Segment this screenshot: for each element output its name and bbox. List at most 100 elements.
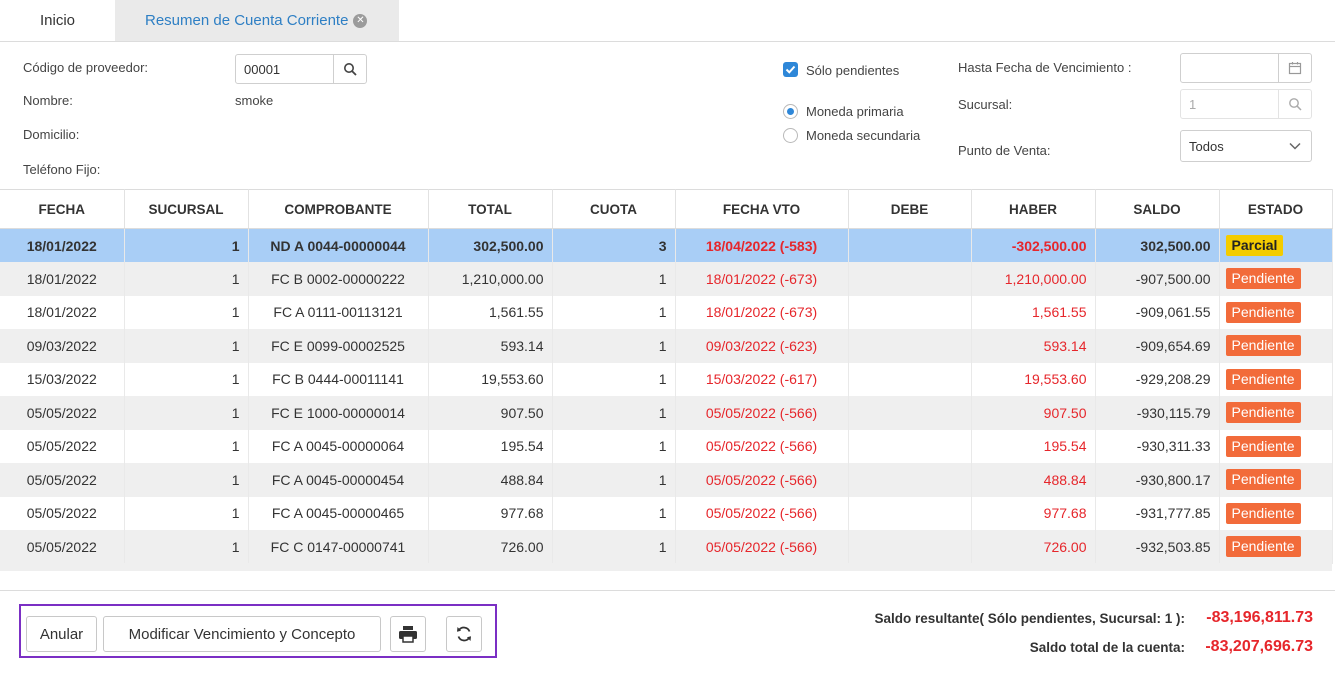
cell-estado: Pendiente xyxy=(1219,530,1333,564)
table-body: 18/01/2022 1 ND A 0044-00000044 302,500.00 3… xyxy=(0,228,1333,564)
cell-estado: Pendiente xyxy=(1219,295,1333,329)
cell-debe xyxy=(848,262,972,296)
table-row-partial xyxy=(0,563,1332,571)
cell-saldo: -907,500.00 xyxy=(1095,262,1220,296)
cell-comprobante: FC A 0045-00000064 xyxy=(248,429,429,463)
cell-saldo: -932,503.85 xyxy=(1095,530,1220,564)
table-row[interactable]: 05/05/2022 1 FC A 0045-00000064 195.54 1 05/0… xyxy=(0,429,1333,463)
cell-saldo: -909,654.69 xyxy=(1095,329,1220,363)
status-badge: Pendiente xyxy=(1225,268,1301,290)
moneda-secundaria-radio[interactable] xyxy=(783,128,798,143)
solo-pendientes-checkbox[interactable] xyxy=(783,62,798,77)
status-badge: Pendiente xyxy=(1225,368,1301,390)
sucursal-field[interactable]: 1 xyxy=(1180,89,1312,119)
cell-cuota: 1 xyxy=(552,262,676,296)
column-header[interactable]: DEBE xyxy=(848,189,972,229)
column-header[interactable]: SALDO xyxy=(1095,189,1220,229)
cell-total: 302,500.00 xyxy=(428,228,553,262)
cell-sucursal: 1 xyxy=(124,329,249,363)
sucursal-value[interactable]: 1 xyxy=(1181,97,1278,112)
moneda-primaria-radio[interactable] xyxy=(783,104,798,119)
saldo-total-value: -83,207,696.73 xyxy=(1205,638,1313,655)
cell-debe xyxy=(848,295,972,329)
cell-sucursal: 1 xyxy=(124,396,249,430)
punto-de-venta-label: Punto de Venta: xyxy=(958,143,1051,158)
cell-debe xyxy=(848,463,972,497)
status-badge: Pendiente xyxy=(1225,402,1301,424)
cell-saldo: -930,800.17 xyxy=(1095,463,1220,497)
column-header[interactable]: FECHA VTO xyxy=(675,189,849,229)
cell-fecha-vto: 18/01/2022 (-673) xyxy=(675,262,849,296)
refresh-button[interactable] xyxy=(446,616,482,652)
cell-haber: 1,561.55 xyxy=(971,295,1096,329)
cell-total: 977.68 xyxy=(428,496,553,530)
cell-comprobante: FC C 0147-00000741 xyxy=(248,530,429,564)
cell-saldo: -909,061.55 xyxy=(1095,295,1220,329)
cell-fecha: 05/05/2022 xyxy=(0,463,125,497)
column-header[interactable]: COMPROBANTE xyxy=(248,189,429,229)
table-row[interactable]: 18/01/2022 1 FC A 0111-00113121 1,561.55 1 18… xyxy=(0,295,1333,329)
column-header[interactable]: SUCURSAL xyxy=(124,189,249,229)
cell-cuota: 1 xyxy=(552,329,676,363)
punto-de-venta-select[interactable]: Todos xyxy=(1180,130,1312,162)
status-badge: Pendiente xyxy=(1225,502,1301,524)
column-header[interactable]: TOTAL xyxy=(428,189,553,229)
cell-sucursal: 1 xyxy=(124,362,249,396)
anular-button[interactable]: Anular xyxy=(26,616,97,652)
cell-haber: 19,553.60 xyxy=(971,362,1096,396)
moneda-primaria-label: Moneda primaria xyxy=(806,104,904,119)
cell-comprobante: FC A 0111-00113121 xyxy=(248,295,429,329)
codigo-proveedor-field[interactable]: 00001 xyxy=(235,54,367,84)
modificar-vencimiento-button[interactable]: Modificar Vencimiento y Concepto xyxy=(103,616,381,652)
column-header[interactable]: FECHA xyxy=(0,189,125,229)
table-row[interactable]: 05/05/2022 1 FC A 0045-00000454 488.84 1 05/0… xyxy=(0,463,1333,497)
chevron-down-icon[interactable] xyxy=(1278,142,1311,150)
status-badge: Pendiente xyxy=(1225,335,1301,357)
table-row[interactable]: 09/03/2022 1 FC E 0099-00002525 593.14 1 09/0… xyxy=(0,329,1333,363)
close-tab-icon[interactable]: ✕ xyxy=(353,13,368,28)
calendar-icon[interactable] xyxy=(1278,54,1311,82)
cell-sucursal: 1 xyxy=(124,228,249,262)
tab-inicio[interactable]: Inicio xyxy=(0,0,115,41)
codigo-proveedor-value[interactable]: 00001 xyxy=(236,62,333,77)
column-header[interactable]: CUOTA xyxy=(552,189,676,229)
cell-saldo: 302,500.00 xyxy=(1095,228,1220,262)
cell-comprobante: FC E 0099-00002525 xyxy=(248,329,429,363)
cell-debe xyxy=(848,329,972,363)
cell-total: 19,553.60 xyxy=(428,362,553,396)
sucursal-search-icon[interactable] xyxy=(1278,90,1311,118)
cuenta-corriente-table: FECHA SUCURSAL COMPROBANTE TOTAL CUOTA FECHA … xyxy=(0,189,1335,591)
hasta-fecha-field[interactable] xyxy=(1180,53,1312,83)
cell-debe xyxy=(848,396,972,430)
cell-sucursal: 1 xyxy=(124,496,249,530)
cell-sucursal: 1 xyxy=(124,463,249,497)
status-badge: Pendiente xyxy=(1225,435,1301,457)
codigo-proveedor-label: Código de proveedor: xyxy=(23,60,149,75)
saldo-total-label: Saldo total de la cuenta: xyxy=(1029,640,1185,655)
hasta-fecha-label: Hasta Fecha de Vencimiento : xyxy=(958,60,1132,75)
cell-fecha-vto: 15/03/2022 (-617) xyxy=(675,362,849,396)
cell-debe xyxy=(848,530,972,564)
print-button[interactable] xyxy=(390,616,426,652)
cell-debe xyxy=(848,228,972,262)
cell-comprobante: FC A 0045-00000465 xyxy=(248,496,429,530)
cell-fecha: 05/05/2022 xyxy=(0,429,125,463)
table-row[interactable]: 05/05/2022 1 FC A 0045-00000465 977.68 1 05/0… xyxy=(0,496,1333,530)
column-header[interactable]: ESTADO xyxy=(1219,189,1333,229)
cell-cuota: 1 xyxy=(552,429,676,463)
telefono-fijo-label: Teléfono Fijo: xyxy=(23,162,101,177)
tab-resumen-cuenta-corriente[interactable]: Resumen de Cuenta Corriente ✕ xyxy=(115,0,399,41)
table-row[interactable]: 05/05/2022 1 FC C 0147-00000741 726.00 1 05/0… xyxy=(0,530,1333,564)
search-icon[interactable] xyxy=(333,55,366,83)
table-row[interactable]: 18/01/2022 1 ND A 0044-00000044 302,500.00 3… xyxy=(0,228,1333,262)
sucursal-label: Sucursal: xyxy=(958,97,1013,112)
punto-de-venta-value[interactable]: Todos xyxy=(1181,139,1278,154)
cell-comprobante: FC A 0045-00000454 xyxy=(248,463,429,497)
table-row[interactable]: 05/05/2022 1 FC E 1000-00000014 907.50 1 05/0… xyxy=(0,396,1333,430)
table-row[interactable]: 15/03/2022 1 FC B 0444-00011141 19,553.60 1 1… xyxy=(0,362,1333,396)
nombre-value: smoke xyxy=(235,93,274,108)
table-row[interactable]: 18/01/2022 1 FC B 0002-00000222 1,210,000.0… xyxy=(0,262,1333,296)
column-header[interactable]: HABER xyxy=(971,189,1096,229)
cell-total: 488.84 xyxy=(428,463,553,497)
cell-fecha: 05/05/2022 xyxy=(0,530,125,564)
